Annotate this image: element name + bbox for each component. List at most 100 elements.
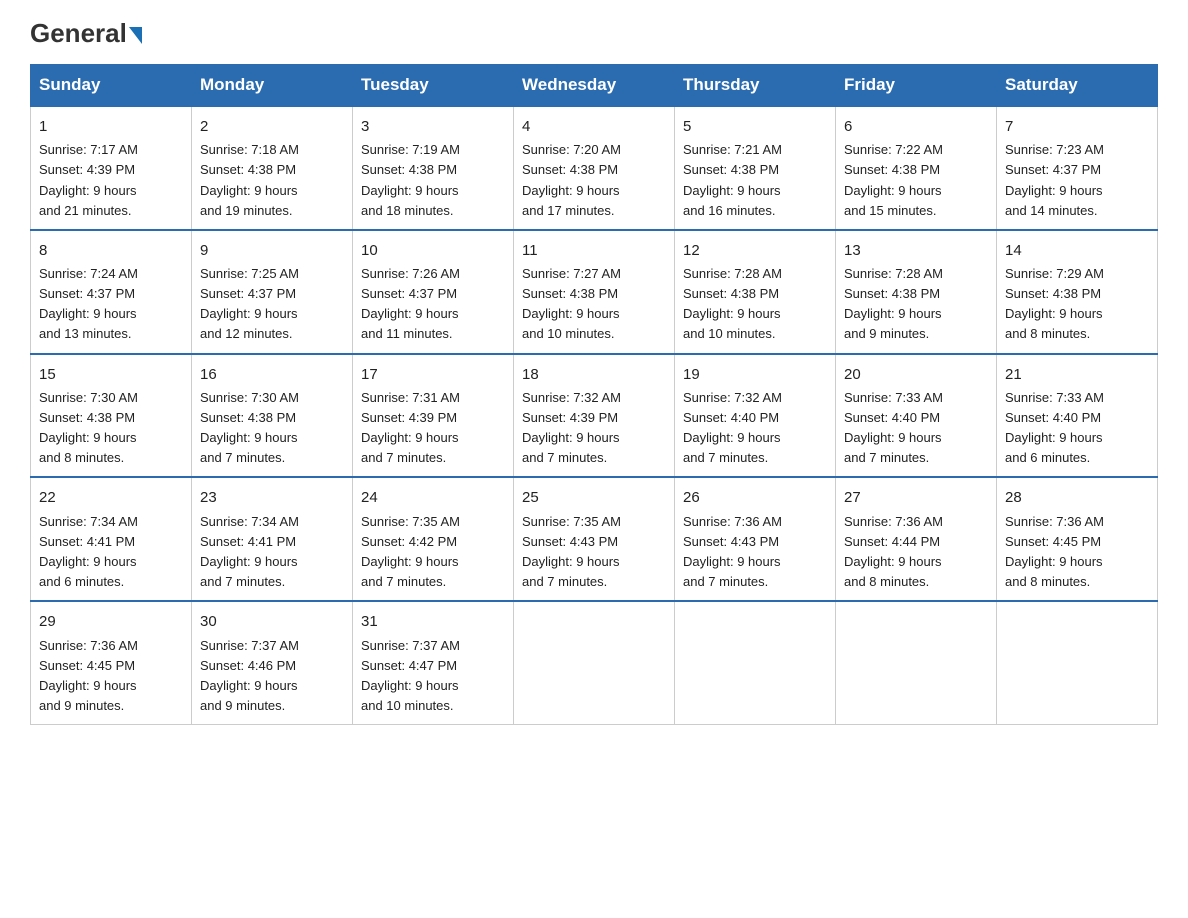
- day-number: 30: [200, 610, 344, 633]
- day-cell: 14Sunrise: 7:29 AM Sunset: 4:38 PM Dayli…: [997, 230, 1158, 354]
- day-number: 19: [683, 363, 827, 386]
- day-info: Sunrise: 7:18 AM Sunset: 4:38 PM Dayligh…: [200, 140, 344, 221]
- day-info: Sunrise: 7:37 AM Sunset: 4:46 PM Dayligh…: [200, 636, 344, 717]
- day-cell: 1Sunrise: 7:17 AM Sunset: 4:39 PM Daylig…: [31, 106, 192, 230]
- day-cell: 26Sunrise: 7:36 AM Sunset: 4:43 PM Dayli…: [675, 477, 836, 601]
- day-cell: [675, 601, 836, 724]
- day-cell: [836, 601, 997, 724]
- day-info: Sunrise: 7:36 AM Sunset: 4:43 PM Dayligh…: [683, 512, 827, 593]
- calendar-table: SundayMondayTuesdayWednesdayThursdayFrid…: [30, 64, 1158, 725]
- day-info: Sunrise: 7:17 AM Sunset: 4:39 PM Dayligh…: [39, 140, 183, 221]
- day-info: Sunrise: 7:35 AM Sunset: 4:43 PM Dayligh…: [522, 512, 666, 593]
- page-header: General: [30, 20, 1158, 46]
- day-number: 2: [200, 115, 344, 138]
- day-info: Sunrise: 7:32 AM Sunset: 4:39 PM Dayligh…: [522, 388, 666, 469]
- day-number: 12: [683, 239, 827, 262]
- day-cell: 4Sunrise: 7:20 AM Sunset: 4:38 PM Daylig…: [514, 106, 675, 230]
- day-info: Sunrise: 7:30 AM Sunset: 4:38 PM Dayligh…: [39, 388, 183, 469]
- day-cell: 9Sunrise: 7:25 AM Sunset: 4:37 PM Daylig…: [192, 230, 353, 354]
- day-number: 7: [1005, 115, 1149, 138]
- day-number: 3: [361, 115, 505, 138]
- day-info: Sunrise: 7:30 AM Sunset: 4:38 PM Dayligh…: [200, 388, 344, 469]
- day-info: Sunrise: 7:19 AM Sunset: 4:38 PM Dayligh…: [361, 140, 505, 221]
- day-cell: 31 Sunrise: 7:37 AM Sunset: 4:47 PM Dayli…: [353, 601, 514, 724]
- week-row-5: 29 Sunrise: 7:36 AM Sunset: 4:45 PM Dayli…: [31, 601, 1158, 724]
- day-cell: 8Sunrise: 7:24 AM Sunset: 4:37 PM Daylig…: [31, 230, 192, 354]
- day-info: Sunrise: 7:35 AM Sunset: 4:42 PM Dayligh…: [361, 512, 505, 593]
- day-number: 15: [39, 363, 183, 386]
- day-info: Sunrise: 7:33 AM Sunset: 4:40 PM Dayligh…: [1005, 388, 1149, 469]
- day-number: 22: [39, 486, 183, 509]
- day-number: 29: [39, 610, 183, 633]
- day-info: Sunrise: 7:36 AM Sunset: 4:45 PM Dayligh…: [39, 636, 183, 717]
- day-number: 13: [844, 239, 988, 262]
- day-info: Sunrise: 7:34 AM Sunset: 4:41 PM Dayligh…: [39, 512, 183, 593]
- day-cell: 11Sunrise: 7:27 AM Sunset: 4:38 PM Dayli…: [514, 230, 675, 354]
- day-number: 5: [683, 115, 827, 138]
- day-info: Sunrise: 7:26 AM Sunset: 4:37 PM Dayligh…: [361, 264, 505, 345]
- day-number: 9: [200, 239, 344, 262]
- day-number: 11: [522, 239, 666, 262]
- day-cell: 17Sunrise: 7:31 AM Sunset: 4:39 PM Dayli…: [353, 354, 514, 478]
- day-info: Sunrise: 7:24 AM Sunset: 4:37 PM Dayligh…: [39, 264, 183, 345]
- day-info: Sunrise: 7:32 AM Sunset: 4:40 PM Dayligh…: [683, 388, 827, 469]
- weekday-header-friday: Friday: [836, 65, 997, 107]
- day-number: 4: [522, 115, 666, 138]
- day-number: 24: [361, 486, 505, 509]
- day-info: Sunrise: 7:20 AM Sunset: 4:38 PM Dayligh…: [522, 140, 666, 221]
- day-cell: 2Sunrise: 7:18 AM Sunset: 4:38 PM Daylig…: [192, 106, 353, 230]
- day-info: Sunrise: 7:31 AM Sunset: 4:39 PM Dayligh…: [361, 388, 505, 469]
- day-cell: [514, 601, 675, 724]
- day-cell: 19Sunrise: 7:32 AM Sunset: 4:40 PM Dayli…: [675, 354, 836, 478]
- day-number: 31: [361, 610, 505, 633]
- day-cell: 21Sunrise: 7:33 AM Sunset: 4:40 PM Dayli…: [997, 354, 1158, 478]
- day-number: 10: [361, 239, 505, 262]
- logo-top: General: [30, 20, 142, 46]
- week-row-3: 15Sunrise: 7:30 AM Sunset: 4:38 PM Dayli…: [31, 354, 1158, 478]
- weekday-header-wednesday: Wednesday: [514, 65, 675, 107]
- day-number: 1: [39, 115, 183, 138]
- day-info: Sunrise: 7:28 AM Sunset: 4:38 PM Dayligh…: [683, 264, 827, 345]
- day-cell: 27 Sunrise: 7:36 AM Sunset: 4:44 PM Dayli…: [836, 477, 997, 601]
- weekday-header-monday: Monday: [192, 65, 353, 107]
- logo: General: [30, 20, 142, 46]
- day-cell: 3Sunrise: 7:19 AM Sunset: 4:38 PM Daylig…: [353, 106, 514, 230]
- day-number: 21: [1005, 363, 1149, 386]
- day-info: Sunrise: 7:34 AM Sunset: 4:41 PM Dayligh…: [200, 512, 344, 593]
- day-info: Sunrise: 7:29 AM Sunset: 4:38 PM Dayligh…: [1005, 264, 1149, 345]
- day-number: 18: [522, 363, 666, 386]
- weekday-header-row: SundayMondayTuesdayWednesdayThursdayFrid…: [31, 65, 1158, 107]
- day-cell: 30 Sunrise: 7:37 AM Sunset: 4:46 PM Dayli…: [192, 601, 353, 724]
- day-cell: 22 Sunrise: 7:34 AM Sunset: 4:41 PM Dayli…: [31, 477, 192, 601]
- calendar-body: 1Sunrise: 7:17 AM Sunset: 4:39 PM Daylig…: [31, 106, 1158, 725]
- day-number: 8: [39, 239, 183, 262]
- day-number: 20: [844, 363, 988, 386]
- day-number: 17: [361, 363, 505, 386]
- weekday-header-saturday: Saturday: [997, 65, 1158, 107]
- day-info: Sunrise: 7:21 AM Sunset: 4:38 PM Dayligh…: [683, 140, 827, 221]
- day-info: Sunrise: 7:37 AM Sunset: 4:47 PM Dayligh…: [361, 636, 505, 717]
- day-number: 28: [1005, 486, 1149, 509]
- day-info: Sunrise: 7:22 AM Sunset: 4:38 PM Dayligh…: [844, 140, 988, 221]
- day-info: Sunrise: 7:27 AM Sunset: 4:38 PM Dayligh…: [522, 264, 666, 345]
- day-cell: 20Sunrise: 7:33 AM Sunset: 4:40 PM Dayli…: [836, 354, 997, 478]
- day-cell: 28 Sunrise: 7:36 AM Sunset: 4:45 PM Dayli…: [997, 477, 1158, 601]
- day-info: Sunrise: 7:28 AM Sunset: 4:38 PM Dayligh…: [844, 264, 988, 345]
- day-cell: 24 Sunrise: 7:35 AM Sunset: 4:42 PM Dayli…: [353, 477, 514, 601]
- day-cell: 10Sunrise: 7:26 AM Sunset: 4:37 PM Dayli…: [353, 230, 514, 354]
- day-info: Sunrise: 7:33 AM Sunset: 4:40 PM Dayligh…: [844, 388, 988, 469]
- day-cell: 25 Sunrise: 7:35 AM Sunset: 4:43 PM Dayli…: [514, 477, 675, 601]
- week-row-4: 22 Sunrise: 7:34 AM Sunset: 4:41 PM Dayli…: [31, 477, 1158, 601]
- day-cell: 29 Sunrise: 7:36 AM Sunset: 4:45 PM Dayli…: [31, 601, 192, 724]
- day-info: Sunrise: 7:36 AM Sunset: 4:45 PM Dayligh…: [1005, 512, 1149, 593]
- week-row-2: 8Sunrise: 7:24 AM Sunset: 4:37 PM Daylig…: [31, 230, 1158, 354]
- day-number: 25: [522, 486, 666, 509]
- day-cell: 7Sunrise: 7:23 AM Sunset: 4:37 PM Daylig…: [997, 106, 1158, 230]
- day-cell: 15Sunrise: 7:30 AM Sunset: 4:38 PM Dayli…: [31, 354, 192, 478]
- day-cell: 5Sunrise: 7:21 AM Sunset: 4:38 PM Daylig…: [675, 106, 836, 230]
- day-number: 27: [844, 486, 988, 509]
- day-number: 14: [1005, 239, 1149, 262]
- day-number: 23: [200, 486, 344, 509]
- day-info: Sunrise: 7:36 AM Sunset: 4:44 PM Dayligh…: [844, 512, 988, 593]
- day-number: 16: [200, 363, 344, 386]
